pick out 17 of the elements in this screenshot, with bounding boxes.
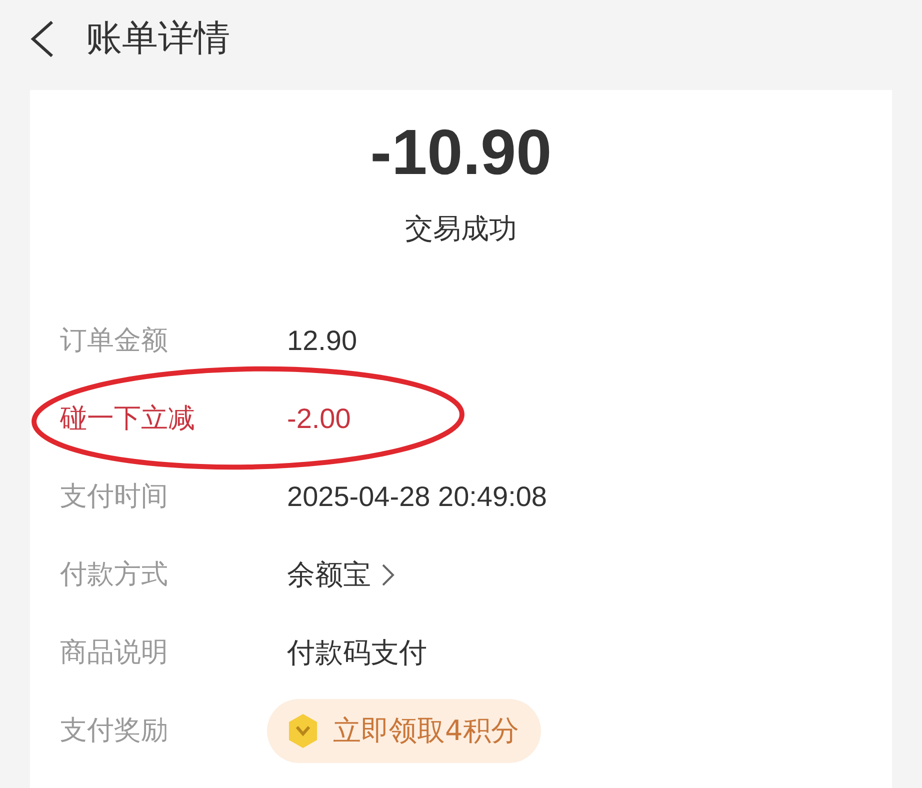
coin-icon — [287, 713, 319, 749]
row-value: -2.00 — [287, 402, 351, 436]
amount: -10.90 — [370, 115, 552, 190]
row-value: 12.90 — [287, 324, 358, 358]
row-value: 付款码支付 — [287, 636, 427, 670]
row-label: 订单金额 — [60, 324, 169, 358]
page-title: 账单详情 — [86, 17, 230, 61]
back-icon[interactable] — [28, 19, 56, 59]
status-text: 交易成功 — [405, 211, 517, 247]
row-label: 支付奖励 — [60, 714, 169, 748]
row-value: 2025-04-28 20:49:08 — [287, 480, 547, 514]
row-label: 碰一下立减 — [60, 402, 196, 436]
chevron-right-icon — [381, 563, 395, 587]
row-label: 商品说明 — [60, 636, 169, 670]
payment-method-link[interactable]: 余额宝 — [287, 554, 395, 596]
row-label: 付款方式 — [60, 558, 169, 592]
row-label: 支付时间 — [60, 480, 169, 514]
